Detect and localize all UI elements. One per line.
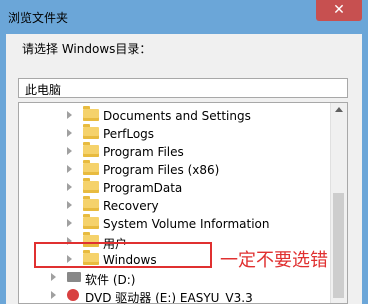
- path-field[interactable]: 此电脑: [18, 78, 348, 98]
- folder-tree[interactable]: Documents and Settings PerfLogs Program …: [18, 102, 348, 304]
- tree-item-label: Documents and Settings: [103, 109, 251, 123]
- tree-item-label: PerfLogs: [103, 127, 155, 141]
- tree-item-programdata[interactable]: ProgramData: [19, 178, 319, 197]
- window-title: 浏览文件夹: [8, 11, 69, 25]
- folder-icon: [83, 106, 99, 121]
- chevron-right-icon[interactable]: [67, 219, 72, 227]
- tree-item-label: System Volume Information: [103, 217, 270, 231]
- tree-item-label: Program Files (x86): [103, 163, 220, 177]
- chevron-right-icon[interactable]: [67, 165, 72, 173]
- tree-item-label: Program Files: [103, 145, 184, 159]
- tree-item-system-volume-information[interactable]: System Volume Information: [19, 214, 319, 233]
- chevron-right-icon[interactable]: [67, 147, 72, 155]
- scrollbar-thumb[interactable]: [333, 193, 344, 298]
- tree-item-documents-and-settings[interactable]: Documents and Settings: [19, 106, 319, 125]
- annotation-note: 一定不要选错: [220, 250, 328, 271]
- folder-icon: [83, 160, 99, 175]
- vertical-scrollbar[interactable]: [330, 103, 347, 303]
- folder-icon: [83, 178, 99, 193]
- highlight-box: [34, 242, 212, 268]
- title-bar: 浏览文件夹 ✕: [0, 0, 368, 34]
- scroll-up-icon[interactable]: [335, 107, 343, 112]
- close-button[interactable]: ✕: [316, 0, 362, 21]
- folder-icon: [83, 142, 99, 157]
- tree-item-label: 软件 (D:): [85, 273, 136, 287]
- tree-item-program-files-x86[interactable]: Program Files (x86): [19, 160, 319, 179]
- chevron-right-icon[interactable]: [51, 291, 56, 299]
- tree-item-program-files[interactable]: Program Files: [19, 142, 319, 161]
- folder-icon: [83, 214, 99, 229]
- tree-item-label: DVD 驱动器 (E:) EASYU_V3.3: [85, 291, 253, 304]
- tree-item-dvd-drive-e[interactable]: DVD 驱动器 (E:) EASYU_V3.3: [19, 287, 319, 304]
- chevron-right-icon[interactable]: [67, 129, 72, 137]
- dvd-icon: [67, 289, 79, 301]
- folder-icon: [83, 196, 99, 211]
- tree-item-perflogs[interactable]: PerfLogs: [19, 124, 319, 143]
- prompt-label: 请选择 Windows目录：: [22, 42, 152, 56]
- chevron-right-icon[interactable]: [67, 201, 72, 209]
- tree-item-recovery[interactable]: Recovery: [19, 196, 319, 215]
- tree-item-label: Recovery: [103, 199, 159, 213]
- tree-item-label: ProgramData: [103, 181, 183, 195]
- chevron-right-icon[interactable]: [51, 273, 56, 281]
- folder-icon: [83, 124, 99, 139]
- chevron-right-icon[interactable]: [67, 111, 72, 119]
- drive-icon: [67, 272, 81, 282]
- chevron-right-icon[interactable]: [67, 183, 72, 191]
